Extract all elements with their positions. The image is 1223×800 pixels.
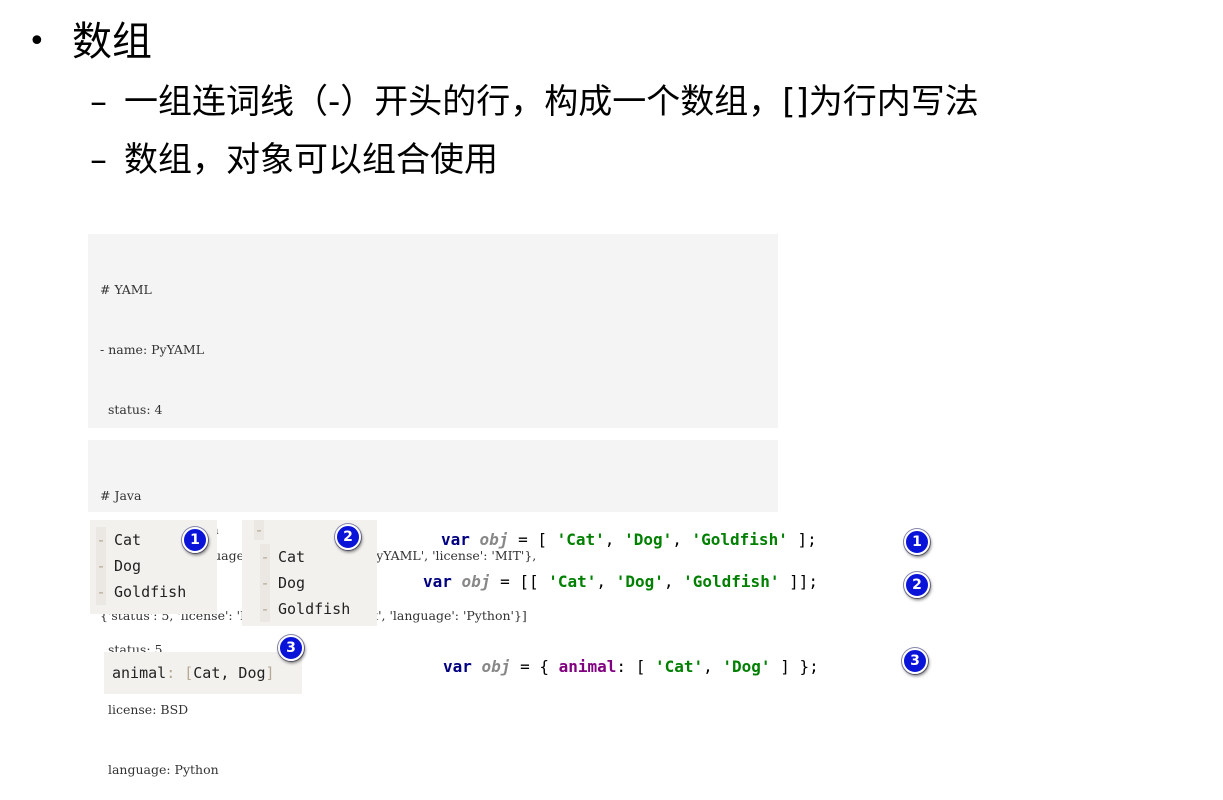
list-item: - Dog [96,553,217,579]
comma: , [596,572,616,591]
dash-marker: - [254,520,264,540]
subpoint-2: – 数组，对象可以组合使用 [90,136,498,184]
dash-icon: – [90,140,107,180]
list-item: - Cat [254,544,377,570]
dash-marker: - [260,544,270,570]
callout-badge-2: 2 [335,524,361,550]
js-line-2: var obj = [[ 'Cat', 'Dog', 'Goldfish' ]]… [423,572,818,591]
list-item: - Goldfish [254,596,377,622]
closing: ]; [787,530,817,549]
bullet-icon: • [28,24,46,59]
dash-marker: - [260,596,270,622]
subpoint-text: 一组连词线（-）开头的行，构成一个数组，[]为行内写法 [124,82,979,122]
js-line-1: var obj = [ 'Cat', 'Dog', 'Goldfish' ]; [441,530,817,549]
code-line: # YAML [100,282,152,297]
keyword: var [443,657,472,676]
inline-close-bracket: ] [265,664,275,682]
string: 'Cat' [548,572,597,591]
inline-colon: : [166,664,176,682]
variable: obj [461,572,491,591]
keyword: var [441,530,470,549]
operator: = [ [508,530,557,549]
dash-marker: - [260,570,270,596]
callout-badge-1: 1 [904,529,930,555]
comma: , [604,530,625,549]
closing: ] }; [770,657,819,676]
callout-badge-2: 2 [904,572,930,598]
java-code-block: # Java [{'status': 4, 'language': 'Pytho… [88,440,778,623]
inline-open-bracket: [ [184,664,194,682]
item-text: Cat [278,548,306,566]
property: animal [558,657,617,676]
item-text: Goldfish [114,583,187,601]
closing: ]]; [779,572,818,591]
dash-marker: - [96,527,106,553]
string: 'Cat' [556,530,605,549]
subpoint-text: 数组，对象可以组合使用 [124,140,498,180]
string: 'Dog' [722,657,771,676]
keyword: var [423,572,452,591]
variable: obj [479,530,509,549]
string: 'Goldfish' [683,572,780,591]
operator: : [ [616,657,655,676]
callout-badge-3: 3 [902,648,928,674]
subpoint-1: – 一组连词线（-）开头的行，构成一个数组，[]为行内写法 [90,78,979,126]
dash-icon: – [90,82,107,122]
inline-items: Cat, Dog [193,664,266,682]
string: 'Dog' [615,572,664,591]
list-item: - Goldfish [96,579,217,605]
operator: = [[ [490,572,549,591]
slide-title-text: 数组 [72,19,152,65]
callout-badge-1: 1 [182,527,208,553]
string: 'Goldfish' [691,530,788,549]
item-text: Dog [114,557,142,575]
string: 'Dog' [624,530,673,549]
item-text: Goldfish [278,600,351,618]
yaml-inline-snippet: animal: [Cat, Dog] [104,652,302,694]
code-line: language: Python [100,762,219,777]
code-line: status: 4 [100,402,163,417]
code-line: - name: PyYAML [100,342,205,357]
operator: = { [510,657,559,676]
js-line-3: var obj = { animal: [ 'Cat', 'Dog' ] }; [443,657,819,676]
slide-title: • 数组 [28,14,152,70]
item-text: Cat [114,531,142,549]
comma: , [663,572,684,591]
code-line: # Java [100,488,142,503]
inline-key: animal [112,664,167,682]
dash-marker: - [96,579,106,605]
string: 'Cat' [654,657,704,676]
comma: , [703,657,723,676]
callout-badge-3: 3 [278,635,304,661]
item-text: Dog [278,574,306,592]
dash-marker: - [96,553,106,579]
yaml-code-block: # YAML - name: PyYAML status: 4 license:… [88,234,778,777]
variable: obj [481,657,511,676]
list-item: - Dog [254,570,377,596]
code-line: license: BSD [100,702,189,717]
comma: , [672,530,692,549]
